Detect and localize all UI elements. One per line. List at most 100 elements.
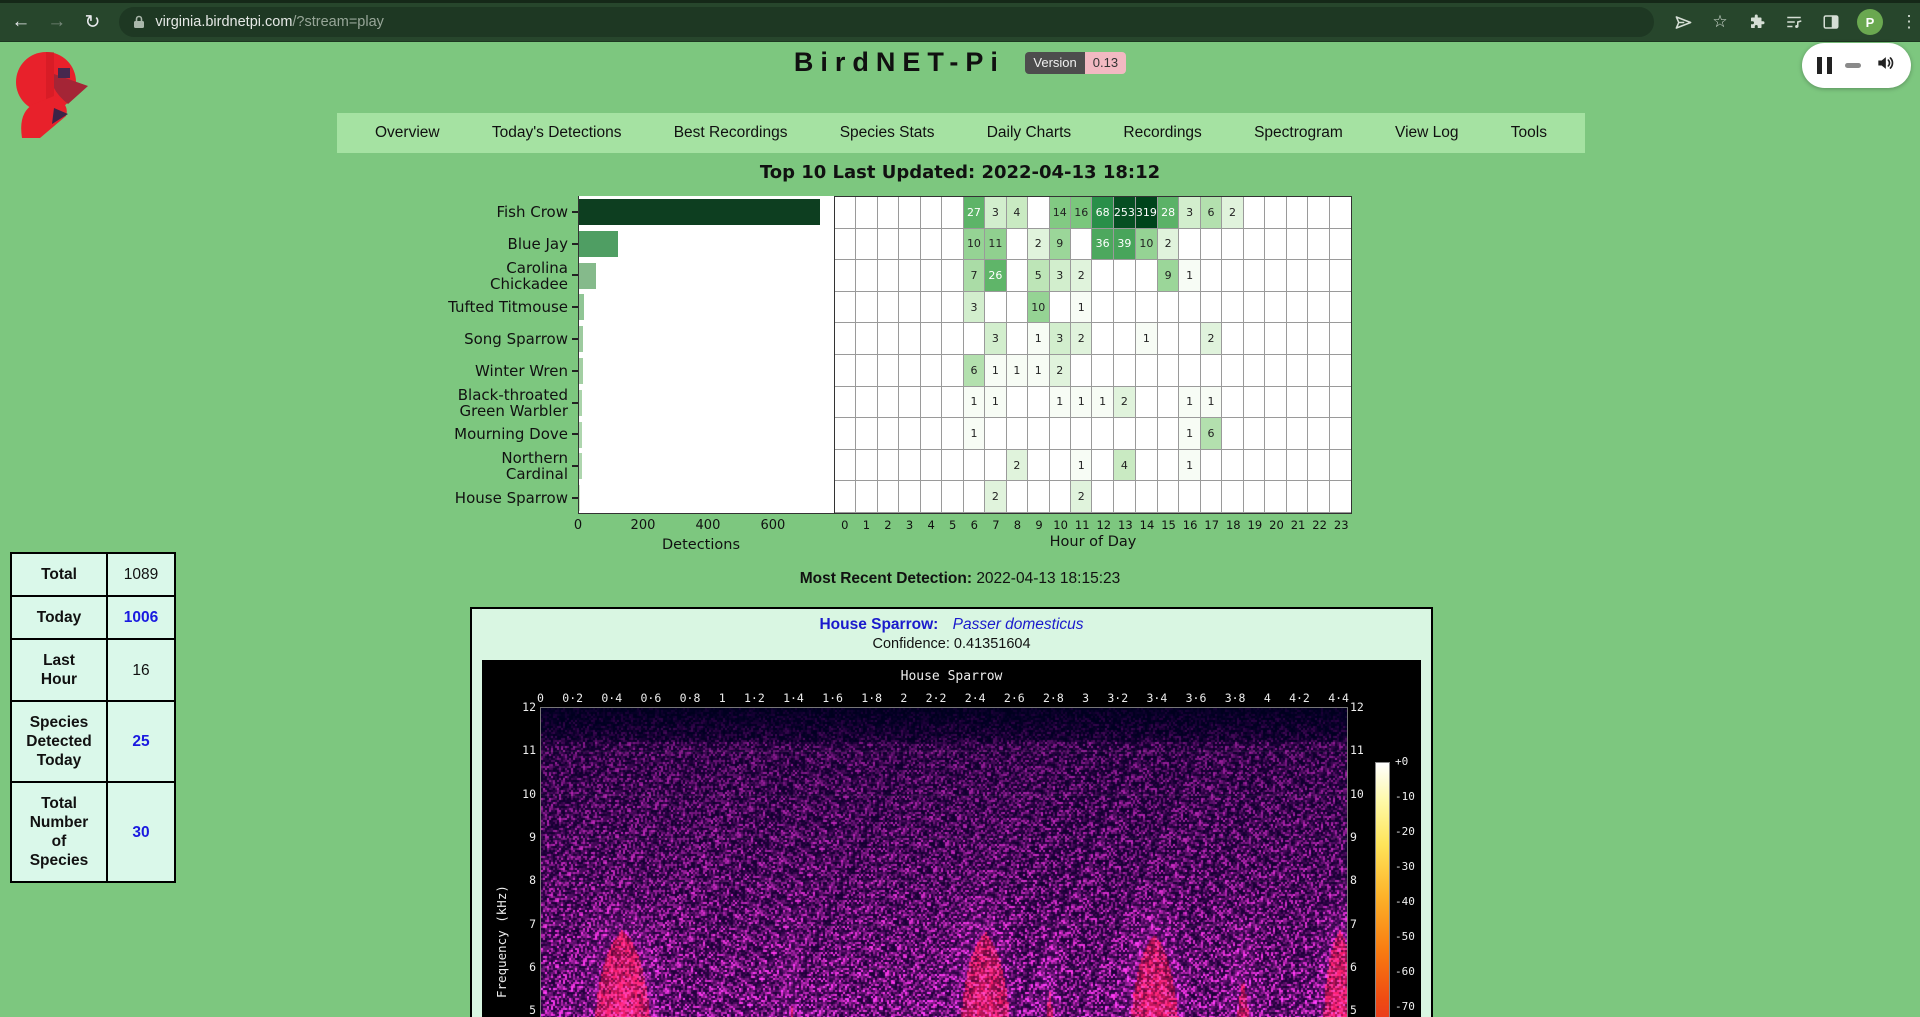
heat-cell xyxy=(1330,387,1351,419)
heat-cell xyxy=(1265,323,1286,355)
heat-cell xyxy=(1028,197,1049,229)
freq-tick: 12 xyxy=(510,700,536,714)
heat-cell xyxy=(964,323,985,355)
colorbar-tick: -70 xyxy=(1395,1000,1415,1013)
heat-cell xyxy=(1244,355,1265,387)
heat-cell xyxy=(1287,197,1308,229)
heat-cell xyxy=(1050,418,1071,450)
stats-value[interactable]: 25 xyxy=(107,701,175,782)
forward-icon[interactable]: → xyxy=(42,7,72,37)
heat-cell xyxy=(1201,450,1222,482)
heat-cell xyxy=(1092,355,1113,387)
heat-cell xyxy=(942,355,963,387)
detection-species-line: House Sparrow: Passer domesticus xyxy=(472,616,1431,634)
heat-cell: 28 xyxy=(1158,197,1179,229)
nav-item-daily-charts[interactable]: Daily Charts xyxy=(987,124,1071,142)
confidence-label: Confidence: xyxy=(872,636,949,652)
time-tick: 3·8 xyxy=(1225,691,1246,705)
heat-cell xyxy=(878,292,899,324)
heat-cell xyxy=(1265,387,1286,419)
heat-cell xyxy=(1287,229,1308,261)
side-panel-icon[interactable] xyxy=(1820,11,1842,33)
detections-bar xyxy=(579,358,583,384)
freq-tick: 9 xyxy=(1350,830,1376,844)
heat-cell xyxy=(1222,292,1243,324)
heat-cell: 1 xyxy=(1028,355,1049,387)
spectrogram-title: House Sparrow xyxy=(482,669,1421,684)
hour-tick: 5 xyxy=(942,518,964,532)
reload-icon[interactable]: ↻ xyxy=(78,7,108,37)
freq-tick: 5 xyxy=(1350,1003,1376,1017)
heat-cell: 10 xyxy=(964,229,985,261)
address-bar[interactable]: virginia.birdnetpi.com/?stream=play xyxy=(119,7,1654,37)
species-label-mourning-dove: Mourning Dove xyxy=(430,419,578,451)
back-icon[interactable]: ← xyxy=(6,7,36,37)
menu-kebab-icon[interactable]: ⋮ xyxy=(1898,11,1920,33)
profile-avatar[interactable]: P xyxy=(1857,9,1883,35)
colorbar-tick: -40 xyxy=(1395,895,1415,908)
heat-cell xyxy=(1308,418,1329,450)
nav-item-tools[interactable]: Tools xyxy=(1511,124,1547,142)
heat-cell xyxy=(835,323,856,355)
time-tick: 0 xyxy=(537,691,544,705)
heat-cell xyxy=(942,197,963,229)
hour-tick: 13 xyxy=(1115,518,1137,532)
heat-cell xyxy=(1244,260,1265,292)
detection-common-name[interactable]: House Sparrow: xyxy=(819,616,938,633)
heat-cell: 3 xyxy=(1050,260,1071,292)
bookmark-star-icon[interactable]: ☆ xyxy=(1709,11,1731,33)
heat-cell xyxy=(1244,387,1265,419)
heat-cell xyxy=(1287,450,1308,482)
detections-bar xyxy=(579,231,618,257)
heat-cell xyxy=(1028,450,1049,482)
heat-cell xyxy=(1028,387,1049,419)
nav-item-spectrogram[interactable]: Spectrogram xyxy=(1254,124,1343,142)
heat-cell: 2 xyxy=(1028,229,1049,261)
heat-cell: 1 xyxy=(1179,418,1200,450)
nav-item-today-s-detections[interactable]: Today's Detections xyxy=(492,124,622,142)
extensions-puzzle-icon[interactable] xyxy=(1746,11,1768,33)
heat-cell xyxy=(964,450,985,482)
heat-cell: 4 xyxy=(1007,197,1028,229)
colorbar-tick: -20 xyxy=(1395,825,1415,838)
pause-icon[interactable] xyxy=(1817,57,1832,74)
nav-item-view-log[interactable]: View Log xyxy=(1395,124,1458,142)
bar-axis-ticks: 0200400600 xyxy=(578,518,834,534)
heat-cell xyxy=(1007,323,1028,355)
heat-cell: 2 xyxy=(1007,450,1028,482)
hour-tick: 2 xyxy=(877,518,899,532)
heat-cell: 5 xyxy=(1028,260,1049,292)
stats-label: Today xyxy=(11,596,107,639)
heat-cell xyxy=(856,387,877,419)
heat-cell: 2 xyxy=(1071,323,1092,355)
heat-cell: 6 xyxy=(1201,197,1222,229)
heat-cell xyxy=(1244,229,1265,261)
hour-tick: 12 xyxy=(1093,518,1115,532)
seek-dash[interactable] xyxy=(1845,63,1861,68)
stats-value[interactable]: 1006 xyxy=(107,596,175,639)
heat-cell xyxy=(985,450,1006,482)
stats-value[interactable]: 30 xyxy=(107,782,175,882)
heat-cell xyxy=(1265,197,1286,229)
most-recent-detection: Most Recent Detection: 2022-04-13 18:15:… xyxy=(0,570,1920,588)
nav-item-recordings[interactable]: Recordings xyxy=(1123,124,1201,142)
heat-cell xyxy=(1136,292,1158,324)
media-controls-icon[interactable] xyxy=(1783,11,1805,33)
species-label-tufted-titmouse: Tufted Titmouse xyxy=(430,291,578,323)
heat-cell xyxy=(1308,260,1329,292)
heat-cell xyxy=(1050,450,1071,482)
heat-cell xyxy=(942,418,963,450)
time-tick: 0·8 xyxy=(680,691,701,705)
send-icon[interactable] xyxy=(1672,11,1694,33)
nav-item-species-stats[interactable]: Species Stats xyxy=(840,124,935,142)
heat-cell xyxy=(1308,229,1329,261)
time-tick: 1·2 xyxy=(744,691,765,705)
hour-tick: 3 xyxy=(899,518,921,532)
heat-cell xyxy=(835,292,856,324)
volume-icon[interactable] xyxy=(1874,53,1896,78)
heat-cell xyxy=(1136,387,1158,419)
nav-item-overview[interactable]: Overview xyxy=(375,124,440,142)
heat-cell: 2 xyxy=(1050,355,1071,387)
nav-item-best-recordings[interactable]: Best Recordings xyxy=(674,124,788,142)
heat-cell xyxy=(1308,387,1329,419)
